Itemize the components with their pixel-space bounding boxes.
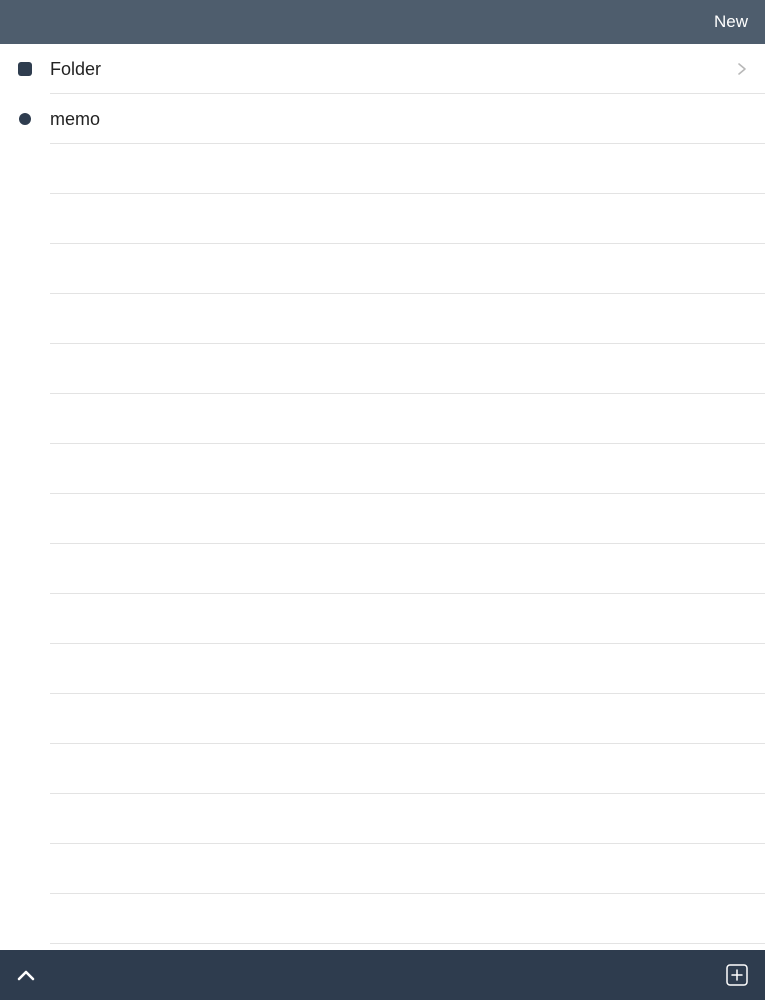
empty-row	[0, 644, 765, 694]
item-list: Folder memo	[0, 44, 765, 950]
empty-row	[0, 544, 765, 594]
memo-dot-icon	[19, 113, 31, 125]
empty-row	[0, 894, 765, 944]
row-divider	[50, 943, 765, 944]
empty-row	[0, 194, 765, 244]
new-button[interactable]: New	[714, 11, 748, 33]
empty-row	[0, 794, 765, 844]
empty-row	[0, 344, 765, 394]
folder-label: Folder	[50, 59, 102, 79]
empty-row	[0, 394, 765, 444]
list-item-memo[interactable]: memo	[0, 94, 765, 144]
empty-row	[0, 494, 765, 544]
empty-lined-rows	[0, 144, 765, 944]
list-item-folder[interactable]: Folder	[0, 44, 765, 94]
chevron-up-icon[interactable]	[14, 965, 38, 985]
empty-row	[0, 694, 765, 744]
empty-row	[0, 444, 765, 494]
empty-row	[0, 844, 765, 894]
memo-label: memo	[50, 109, 101, 129]
empty-row	[0, 294, 765, 344]
empty-row	[0, 744, 765, 794]
top-navigation-bar: New	[0, 0, 765, 44]
empty-row	[0, 594, 765, 644]
folder-square-icon	[18, 62, 32, 76]
add-square-icon[interactable]	[726, 964, 748, 986]
empty-row	[0, 144, 765, 194]
bottom-toolbar	[0, 950, 765, 1000]
chevron-right-icon	[738, 63, 746, 75]
empty-row	[0, 244, 765, 294]
